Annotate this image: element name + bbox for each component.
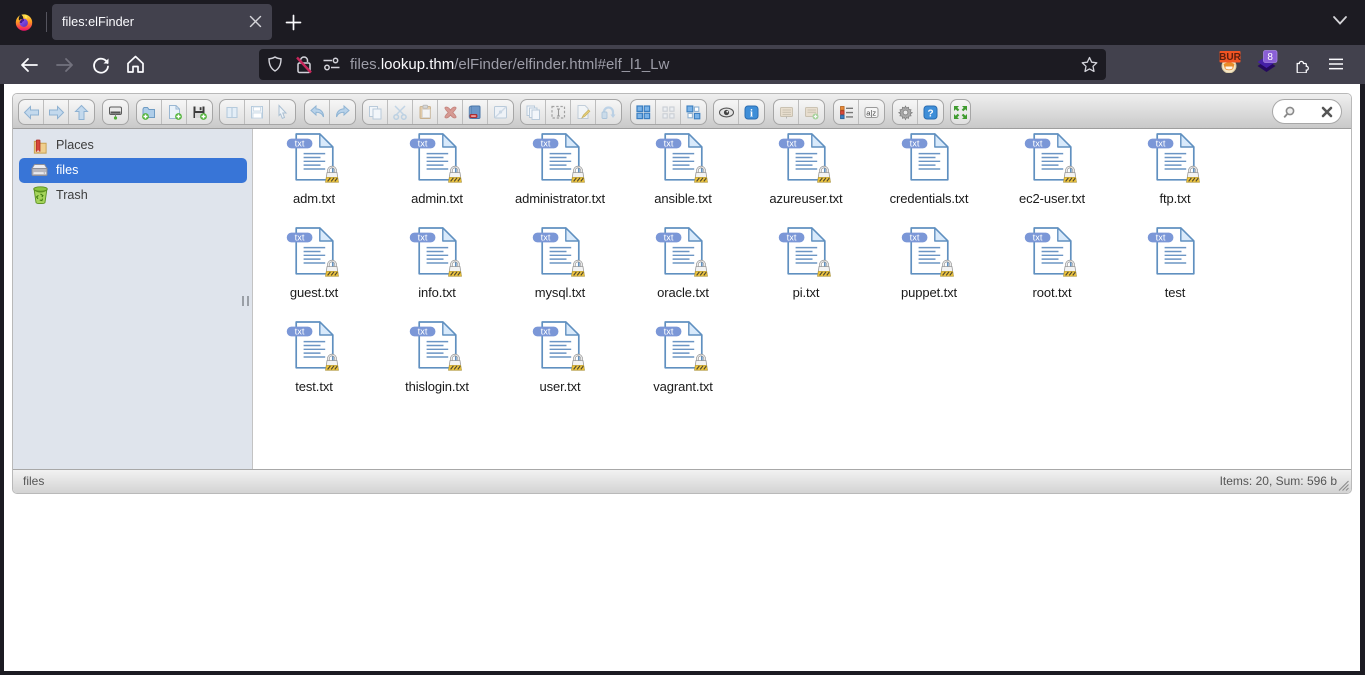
svg-text:txt: txt: [664, 232, 674, 242]
svg-text:txt: txt: [1033, 138, 1043, 148]
svg-text:i: i: [750, 108, 753, 119]
svg-text:txt: txt: [418, 232, 428, 242]
svg-text:txt: txt: [787, 138, 797, 148]
svg-text:txt: txt: [295, 232, 305, 242]
svg-text:txt: txt: [787, 232, 797, 242]
svg-text:txt: txt: [541, 232, 551, 242]
svg-text:txt: txt: [664, 326, 674, 336]
svg-text:txt: txt: [295, 326, 305, 336]
svg-text:8: 8: [1267, 52, 1273, 63]
svg-text:BUR: BUR: [1219, 52, 1241, 63]
svg-text:a|z: a|z: [866, 108, 876, 117]
svg-text:txt: txt: [910, 138, 920, 148]
svg-text:txt: txt: [1156, 232, 1166, 242]
svg-text:txt: txt: [541, 326, 551, 336]
svg-text:txt: txt: [664, 138, 674, 148]
svg-text:txt: txt: [418, 138, 428, 148]
svg-text:txt: txt: [295, 138, 305, 148]
svg-text:?: ?: [928, 108, 934, 119]
svg-text:txt: txt: [1156, 138, 1166, 148]
svg-text:txt: txt: [910, 232, 920, 242]
svg-text:txt: txt: [541, 138, 551, 148]
svg-text:txt: txt: [418, 326, 428, 336]
svg-text:txt: txt: [1033, 232, 1043, 242]
